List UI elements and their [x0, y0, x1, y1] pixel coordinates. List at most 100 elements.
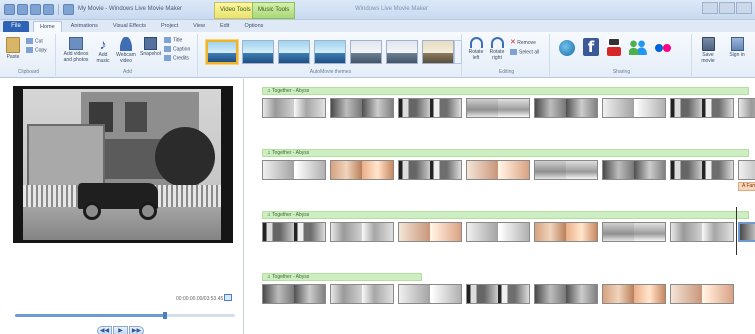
video-clip-thumbnail[interactable]: [398, 284, 462, 304]
close-button[interactable]: [736, 2, 752, 14]
share-youtube-button[interactable]: [606, 38, 622, 57]
theme-default[interactable]: [206, 40, 238, 64]
playhead-indicator[interactable]: [736, 207, 737, 255]
theme-fade[interactable]: [278, 40, 310, 64]
context-tab-video-tools[interactable]: Video Tools: [214, 2, 257, 19]
save-movie-label: Save movie: [701, 52, 715, 64]
tab-project[interactable]: Project: [155, 21, 184, 32]
video-clip-thumbnail[interactable]: [398, 160, 462, 180]
caption-tag[interactable]: A Famous Road Trip...: [738, 182, 755, 191]
share-skydrive-button[interactable]: [558, 40, 576, 57]
theme-cinematic[interactable]: [350, 40, 382, 64]
rotate-right-button[interactable]: Rotate right: [488, 37, 506, 61]
minimize-button[interactable]: [702, 2, 718, 14]
tab-view[interactable]: View: [187, 21, 211, 32]
video-clip-thumbnail[interactable]: [738, 222, 755, 242]
webcam-video-button[interactable]: Webcam video: [115, 37, 137, 64]
maximize-button[interactable]: [719, 2, 735, 14]
add-music-label: Add music: [96, 52, 110, 64]
music-track-bar[interactable]: ♫ Together - Abyss: [262, 273, 422, 281]
context-tab-music-tools[interactable]: Music Tools: [252, 2, 296, 19]
video-clip-thumbnail[interactable]: [262, 284, 326, 304]
video-clip-thumbnail[interactable]: [670, 284, 734, 304]
snapshot-icon: [143, 37, 157, 50]
rotate-left-button[interactable]: Rotate left: [467, 37, 485, 61]
theme-sepia[interactable]: [422, 40, 454, 64]
tab-home[interactable]: Home: [33, 21, 62, 32]
tab-animations[interactable]: Animations: [65, 21, 104, 32]
music-track-bar[interactable]: ♫ Together - Abyss: [262, 211, 749, 219]
video-clip-thumbnail[interactable]: [670, 222, 734, 242]
remove-label: Remove: [517, 40, 536, 46]
video-clip-thumbnail[interactable]: [466, 98, 530, 118]
sign-in-button[interactable]: Sign in: [726, 37, 748, 58]
video-clip-thumbnail[interactable]: [330, 222, 394, 242]
theme-pan-zoom[interactable]: [314, 40, 346, 64]
next-frame-button[interactable]: ▶▶: [129, 326, 144, 334]
theme-contemporary[interactable]: [242, 40, 274, 64]
video-clip-thumbnail[interactable]: [534, 160, 598, 180]
video-clip-thumbnail[interactable]: [330, 284, 394, 304]
file-menu-button[interactable]: File: [3, 21, 29, 32]
video-clip-thumbnail[interactable]: [466, 160, 530, 180]
seek-bar[interactable]: [15, 312, 235, 319]
add-videos-photos-button[interactable]: Add videos and photos: [61, 37, 91, 63]
caption-button[interactable]: Caption: [164, 46, 190, 52]
video-clip-thumbnail[interactable]: [602, 98, 666, 118]
tab-visual-effects[interactable]: Visual Effects: [107, 21, 152, 32]
copy-label: Copy: [35, 47, 47, 54]
video-clip-thumbnail[interactable]: [262, 160, 326, 180]
app-icon[interactable]: [4, 4, 15, 15]
credits-button[interactable]: Credits: [164, 55, 189, 61]
theme-black-white[interactable]: [386, 40, 418, 64]
video-clip-thumbnail[interactable]: [602, 222, 666, 242]
seek-bar-thumb[interactable]: [162, 312, 167, 319]
video-clip-thumbnail[interactable]: [330, 160, 394, 180]
video-clip-thumbnail[interactable]: [738, 160, 755, 180]
fullscreen-preview-button[interactable]: [224, 294, 232, 301]
video-clip-thumbnail[interactable]: [670, 98, 734, 118]
video-clip-thumbnail[interactable]: [602, 160, 666, 180]
previous-frame-button[interactable]: ◀◀: [97, 326, 112, 334]
tab-options[interactable]: Options: [238, 21, 269, 32]
video-clip-thumbnail[interactable]: [534, 222, 598, 242]
save-quick-icon[interactable]: [17, 4, 28, 15]
music-track-bar[interactable]: ♫ Together - Abyss: [262, 149, 749, 157]
video-clip-thumbnail[interactable]: [398, 222, 462, 242]
undo-icon[interactable]: [30, 4, 41, 15]
video-clip-thumbnail[interactable]: [262, 222, 326, 242]
share-facebook-button[interactable]: f: [582, 38, 600, 57]
video-clip-thumbnail[interactable]: [466, 284, 530, 304]
gallery-scroll-arrows[interactable]: [454, 40, 462, 64]
video-clip-thumbnail[interactable]: [670, 160, 734, 180]
video-clip-thumbnail[interactable]: [738, 98, 755, 118]
copy-button[interactable]: Copy: [26, 47, 47, 53]
video-clip-thumbnail[interactable]: [602, 284, 666, 304]
video-clip-thumbnail[interactable]: [330, 98, 394, 118]
share-groups-button[interactable]: [628, 39, 648, 56]
window-title: My Movie - Windows Live Movie Maker: [78, 6, 183, 12]
cut-button[interactable]: Cut: [26, 38, 43, 44]
tab-edit[interactable]: Edit: [214, 21, 235, 32]
video-clip-thumbnail[interactable]: [398, 98, 462, 118]
video-clip-thumbnail[interactable]: [262, 98, 326, 118]
video-preview[interactable]: [13, 86, 233, 243]
redo-icon[interactable]: [43, 4, 54, 15]
music-track-bar[interactable]: ♫ Together - Abyss: [262, 87, 749, 95]
scissors-icon: [26, 38, 33, 44]
title-button[interactable]: Title: [164, 37, 182, 43]
save-movie-button[interactable]: Save movie: [697, 37, 719, 64]
video-clip-thumbnail[interactable]: [466, 222, 530, 242]
snapshot-button[interactable]: Snapshot: [140, 37, 161, 57]
video-clip-thumbnail[interactable]: [534, 98, 598, 118]
select-all-button[interactable]: Select all: [510, 49, 539, 55]
remove-button[interactable]: ✕ Remove: [510, 38, 536, 46]
customize-toolbar-icon[interactable]: [63, 4, 74, 15]
play-button[interactable]: ▶: [113, 326, 128, 334]
video-clip-thumbnail[interactable]: [534, 284, 598, 304]
caption-label: Caption: [173, 46, 191, 53]
cut-label: Cut: [35, 38, 43, 45]
paste-button[interactable]: Paste: [5, 37, 21, 60]
share-flickr-button[interactable]: [653, 39, 673, 54]
add-music-button[interactable]: ♪ Add music: [94, 37, 112, 64]
